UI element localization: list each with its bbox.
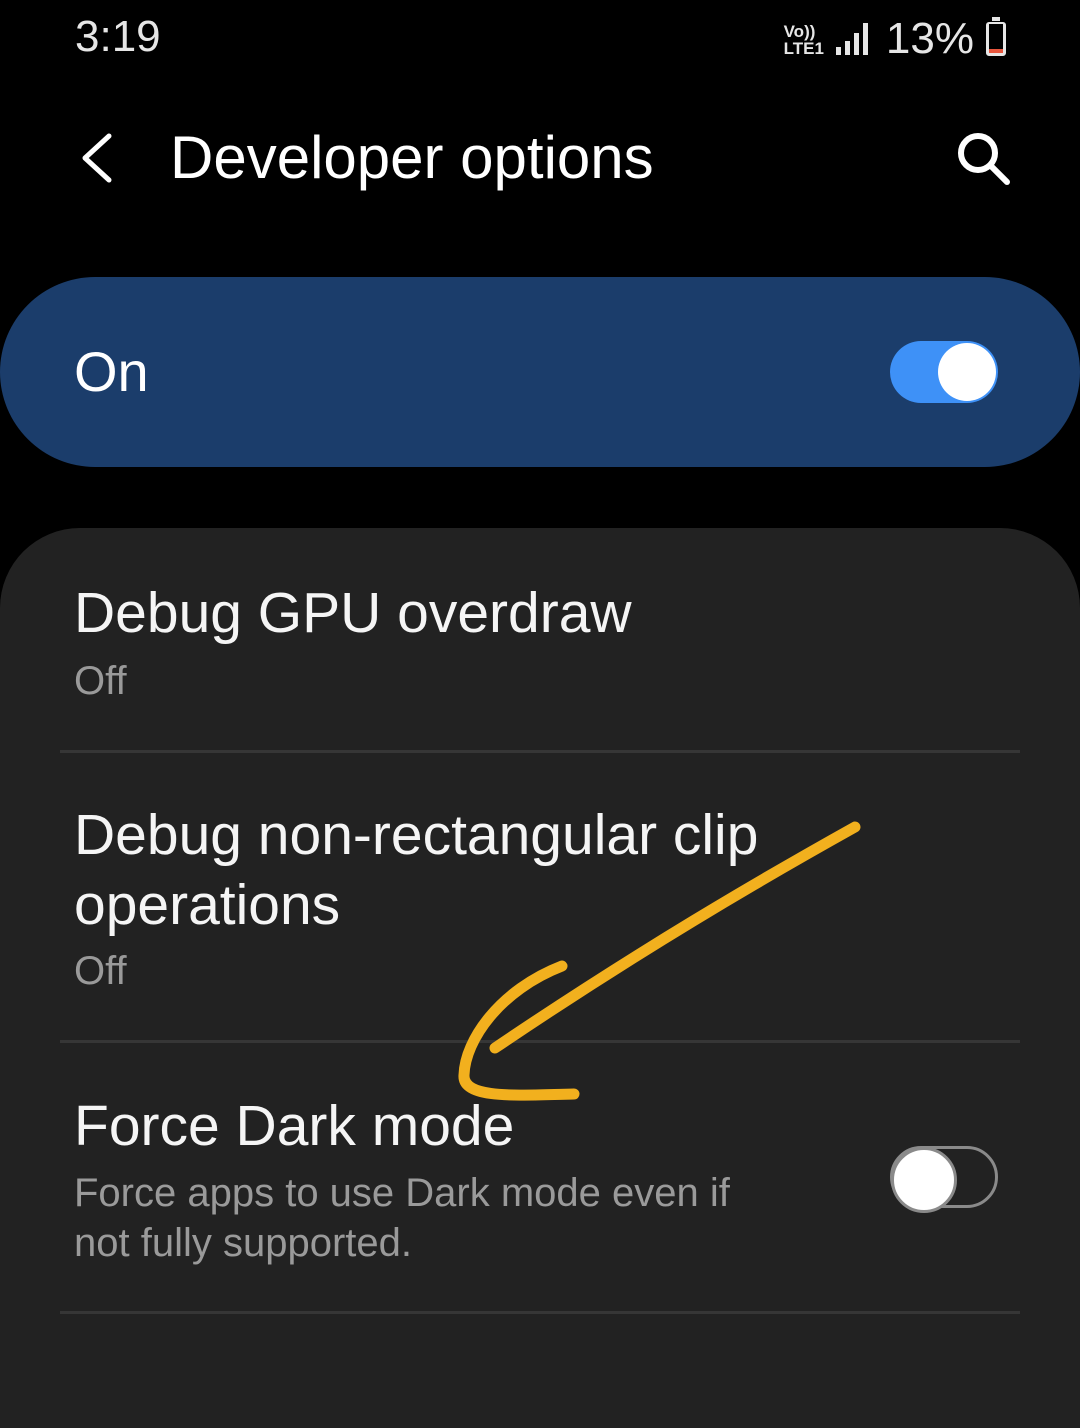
divider bbox=[60, 750, 1020, 753]
search-icon bbox=[958, 133, 1010, 185]
toggle-knob bbox=[938, 343, 996, 401]
battery-icon bbox=[986, 17, 1006, 56]
setting-summary-force-dark-mode: Force apps to use Dark mode even if not … bbox=[74, 1171, 730, 1265]
setting-title-force-dark-mode[interactable]: Force Dark mode bbox=[74, 1091, 514, 1161]
status-time: 3:19 bbox=[75, 12, 161, 61]
setting-summary-debug-gpu-overdraw: Off bbox=[74, 659, 127, 703]
search-button[interactable] bbox=[946, 121, 1022, 197]
battery-percent: 13% bbox=[885, 14, 974, 63]
setting-title-debug-non-rectangular-clip[interactable]: Debug non-rectangular clip operations bbox=[74, 800, 834, 940]
toggle-knob bbox=[891, 1147, 957, 1213]
setting-title-debug-gpu-overdraw[interactable]: Debug GPU overdraw bbox=[74, 578, 632, 648]
chevron-left-icon bbox=[82, 133, 112, 183]
volte-icon: Vo)) LTE1 bbox=[784, 23, 824, 57]
lte-label: LTE1 bbox=[783, 39, 824, 58]
master-switch-bar[interactable]: On bbox=[0, 277, 1080, 467]
settings-list: Debug GPU overdraw Off Debug non-rectang… bbox=[0, 528, 1080, 1428]
divider bbox=[60, 1040, 1020, 1043]
volte-label: Vo)) bbox=[783, 22, 816, 41]
back-button[interactable] bbox=[62, 123, 132, 193]
signal-icon bbox=[835, 23, 868, 55]
setting-summary-debug-non-rectangular-clip: Off bbox=[74, 949, 127, 993]
master-switch-label: On bbox=[74, 340, 149, 403]
master-toggle[interactable] bbox=[890, 341, 998, 403]
app-bar: Developer options bbox=[0, 95, 1080, 225]
status-icons: Vo)) LTE1 13% bbox=[784, 14, 1006, 64]
force-dark-mode-toggle[interactable] bbox=[890, 1146, 998, 1213]
status-bar: 3:19 Vo)) LTE1 13% bbox=[0, 0, 1080, 80]
page-title: Developer options bbox=[170, 124, 654, 191]
battery-level bbox=[989, 49, 1003, 53]
divider bbox=[60, 1311, 1020, 1314]
